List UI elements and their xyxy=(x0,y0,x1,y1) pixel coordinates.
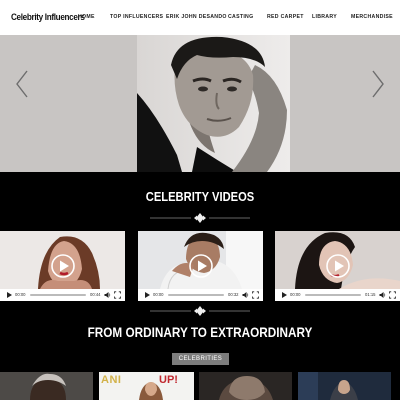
site-logo[interactable]: Celebrity Influencers xyxy=(11,12,85,23)
video-controls: 00:00 01:15 xyxy=(275,289,400,301)
play-button-icon[interactable] xyxy=(326,254,350,278)
hero-portrait-image xyxy=(137,35,290,172)
play-icon[interactable] xyxy=(6,291,13,299)
play-icon[interactable] xyxy=(144,291,151,299)
nav-item-merchandise[interactable]: MERCHANDISE xyxy=(351,14,393,20)
nav-item-casting[interactable]: CASTING xyxy=(228,14,253,20)
volume-icon[interactable] xyxy=(379,291,386,299)
hero-slider xyxy=(0,35,400,172)
top-navigation: Celebrity Influencers HOME TOP INFLUENCE… xyxy=(0,0,400,35)
fullscreen-icon[interactable] xyxy=(114,291,121,299)
current-time: 00:00 xyxy=(290,292,301,297)
nav-item-red-carpet[interactable]: RED CARPET xyxy=(267,14,304,20)
video-player-1[interactable]: 00:00 00:44 xyxy=(0,231,125,301)
volume-icon[interactable] xyxy=(242,291,249,299)
current-time: 00:00 xyxy=(15,292,26,297)
celebrity-videos-heading: CELEBRITY VIDEOS xyxy=(145,189,255,204)
ornament-divider xyxy=(150,213,250,223)
celebrity-card-3[interactable] xyxy=(199,372,292,400)
ornament-divider xyxy=(150,306,250,316)
duration: 01:15 xyxy=(365,292,376,297)
video-controls: 00:00 00:32 xyxy=(138,289,263,301)
nav-item-home[interactable]: HOME xyxy=(78,14,95,20)
celebrity-card-2[interactable]: ANI UP! xyxy=(99,372,194,400)
play-button-icon[interactable] xyxy=(51,254,75,278)
duration: 00:32 xyxy=(228,292,239,297)
duration: 00:44 xyxy=(90,292,101,297)
nav-item-erik-john-desando[interactable]: ERIK JOHN DESANDO xyxy=(166,14,227,20)
video-controls: 00:00 00:44 xyxy=(0,289,125,301)
celebrities-tab[interactable]: CELEBRITIES xyxy=(172,353,229,365)
current-time: 00:00 xyxy=(153,292,164,297)
ordinary-to-extraordinary-heading: FROM ORDINARY TO EXTRAORDINARY xyxy=(87,324,313,340)
celebrity-card-4[interactable] xyxy=(298,372,391,400)
magazine-title-right: UP! xyxy=(159,374,178,386)
play-button-icon[interactable] xyxy=(189,254,213,278)
video-player-3[interactable]: 00:00 01:15 xyxy=(275,231,400,301)
magazine-title-left: ANI xyxy=(101,374,122,386)
chevron-left-icon[interactable] xyxy=(14,69,30,99)
celebrity-card-1[interactable] xyxy=(0,372,93,400)
nav-item-top-influencers[interactable]: TOP INFLUENCERS xyxy=(110,14,163,20)
seek-bar[interactable] xyxy=(305,294,361,296)
fullscreen-icon[interactable] xyxy=(389,291,396,299)
play-icon[interactable] xyxy=(281,291,288,299)
chevron-right-icon[interactable] xyxy=(370,69,386,99)
volume-icon[interactable] xyxy=(104,291,111,299)
fullscreen-icon[interactable] xyxy=(252,291,259,299)
video-player-2[interactable]: 00:00 00:32 xyxy=(138,231,263,301)
seek-bar[interactable] xyxy=(168,294,224,296)
seek-bar[interactable] xyxy=(30,294,86,296)
nav-item-library[interactable]: LIBRARY xyxy=(312,14,337,20)
